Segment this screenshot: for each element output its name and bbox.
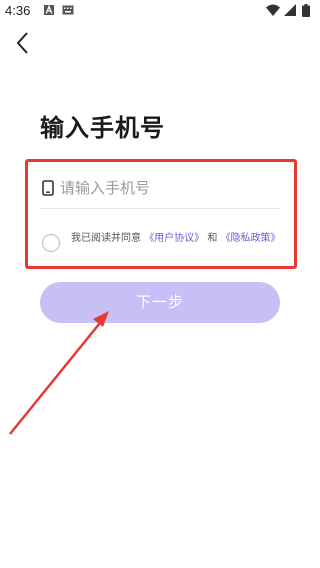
back-button[interactable] [12,30,34,56]
wifi-icon [266,4,280,16]
keyboard-icon [62,5,74,15]
next-button[interactable]: 下一步 [40,282,280,323]
annotation-highlight-box [25,159,297,269]
status-bar: 4:36 [0,0,320,22]
chevron-left-icon [16,32,28,54]
app-a-icon [44,5,54,15]
page-title: 输入手机号 [40,114,165,142]
status-time: 4:36 [5,3,31,18]
battery-icon [302,4,310,17]
signal-icon [284,4,296,16]
